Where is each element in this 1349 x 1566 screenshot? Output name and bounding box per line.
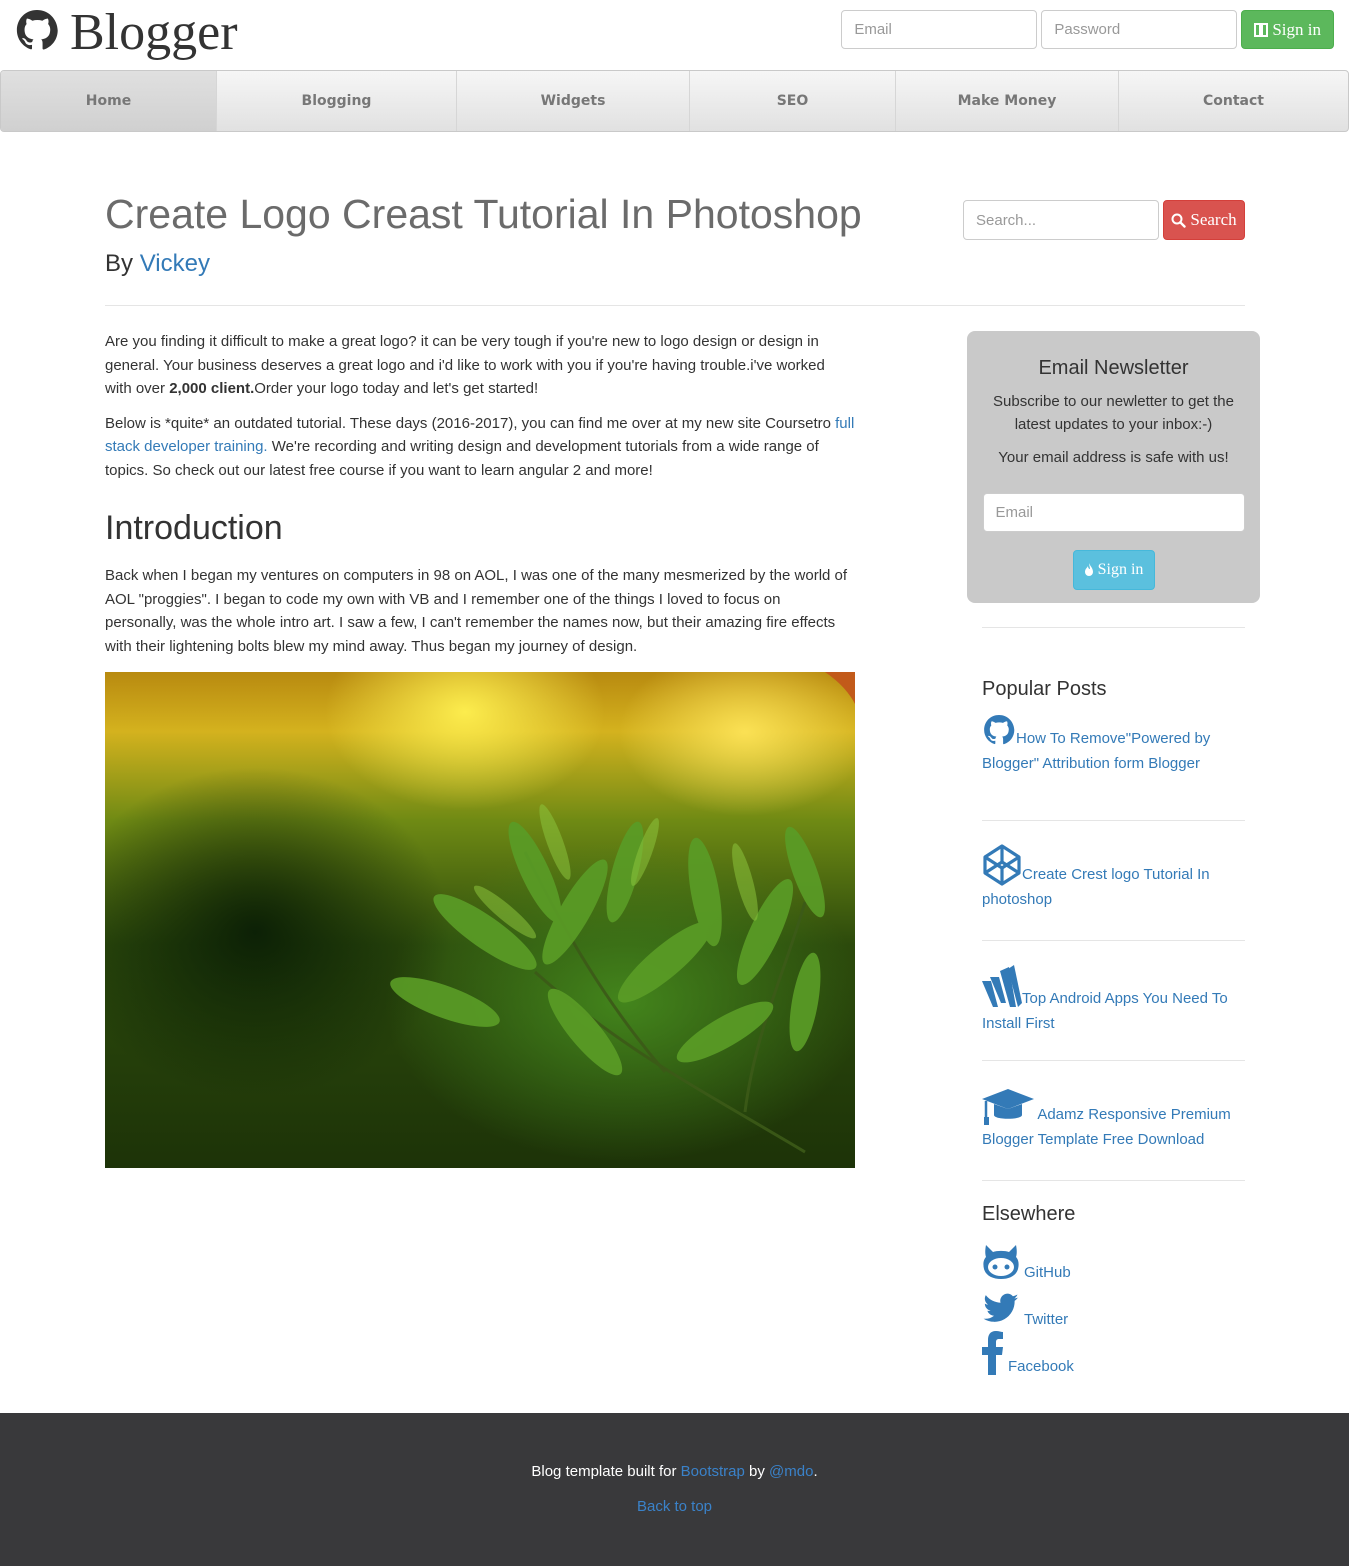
article-body: Are you finding it difficult to make a g… (105, 330, 855, 1168)
facebook-icon (982, 1331, 1003, 1375)
paragraph-intro: Are you finding it difficult to make a g… (105, 330, 855, 401)
article-image (105, 672, 855, 1168)
paragraph-introduction: Back when I began my ventures on compute… (105, 567, 848, 655)
popular-post: How To Remove"Powered by Blogger" Attrib… (982, 701, 1245, 820)
popular-post-link[interactable]: Adamz Responsive Premium Blogger Templat… (982, 1089, 1231, 1148)
email-field[interactable] (841, 10, 1038, 49)
popular-post-link[interactable]: Top Android Apps You Need To Install Fir… (982, 965, 1228, 1032)
search-form: Search (963, 200, 1245, 240)
para1-bold: 2,000 client. (169, 380, 255, 397)
nav-contact[interactable]: Contact (1119, 71, 1348, 131)
github-logo-icon (16, 10, 58, 50)
newsletter-signin-button[interactable]: Sign in (1072, 550, 1155, 590)
fire-icon (1084, 563, 1093, 576)
graduation-cap-icon (982, 1089, 1034, 1125)
signin-label: Sign in (1272, 19, 1321, 39)
footer-by: by (744, 1463, 770, 1480)
popular-posts-heading: Popular Posts (982, 678, 1107, 700)
footer-credit: Blog template built for Bootstrap by @md… (0, 1463, 1349, 1480)
popular-post-title: How To Remove"Powered by Blogger" Attrib… (982, 730, 1211, 772)
nav-make-money[interactable]: Make Money (896, 71, 1119, 131)
brand-name: Blogger (70, 4, 238, 61)
by-label: By (105, 250, 134, 277)
popular-post: Top Android Apps You Need To Install Fir… (982, 941, 1245, 1060)
top-bar: Blogger Sign in (0, 0, 1349, 70)
nav-seo[interactable]: SEO (690, 71, 896, 131)
popular-post-link[interactable]: How To Remove"Powered by Blogger" Attrib… (982, 715, 1211, 772)
elsewhere-twitter[interactable]: Twitter (982, 1281, 1245, 1328)
newsletter-email-field[interactable] (982, 493, 1245, 532)
footer-text: Blog template built for (531, 1463, 681, 1480)
elsewhere-facebook[interactable]: Facebook (982, 1328, 1245, 1375)
github-link[interactable]: GitHub (1024, 1264, 1071, 1281)
newsletter-text: Subscribe to our newletter to get the la… (993, 393, 1234, 433)
sidebar: Popular Posts How To Remove"Powered by B… (982, 627, 1245, 1375)
bootstrap-link[interactable]: Bootstrap (681, 1463, 745, 1480)
github-alt-icon (983, 1245, 1019, 1279)
popular-post-link[interactable]: Create Crest logo Tutorial In photoshop (982, 844, 1210, 908)
newsletter-title: Email Newsletter (1038, 357, 1189, 379)
wordpress-w-icon (982, 965, 1022, 1007)
password-field[interactable] (1041, 10, 1238, 49)
nav-blogging[interactable]: Blogging (217, 71, 457, 131)
popular-post: Adamz Responsive Premium Blogger Templat… (982, 1061, 1245, 1180)
twitter-link[interactable]: Twitter (1024, 1311, 1068, 1328)
main-nav: Home Blogging Widgets SEO Make Money Con… (0, 70, 1349, 132)
para2-text-a: Below is *quite* an outdated tutorial. T… (105, 414, 836, 432)
signin-button[interactable]: Sign in (1241, 10, 1334, 49)
author-link[interactable]: Vickey (140, 250, 210, 277)
back-to-top-link[interactable]: Back to top (637, 1498, 712, 1515)
search-icon (1171, 213, 1187, 228)
sign-in-icon (1254, 22, 1269, 37)
divider (105, 305, 1245, 306)
footer-period: . (813, 1463, 818, 1480)
leaves-illustration (390, 672, 855, 1154)
nav-home[interactable]: Home (1, 71, 217, 131)
newsletter-box: Email Newsletter Subscribe to our newlet… (967, 331, 1260, 603)
facebook-link[interactable]: Facebook (1008, 1358, 1074, 1375)
elsewhere-github[interactable]: GitHub (982, 1234, 1245, 1281)
para1-text-b: Order your logo today and let's get star… (254, 380, 539, 397)
search-input[interactable] (963, 200, 1159, 240)
newsletter-safe-text: Your email address is safe with us! (998, 449, 1229, 466)
elsewhere-heading: Elsewhere (982, 1203, 1076, 1225)
twitter-icon (983, 1293, 1019, 1322)
brand[interactable]: Blogger (14, 4, 238, 62)
nav-widgets[interactable]: Widgets (457, 71, 690, 131)
introduction-heading: Introduction (105, 509, 283, 547)
login-form: Sign in (841, 10, 1334, 49)
github-icon (984, 715, 1015, 745)
popular-post: Create Crest logo Tutorial In photoshop (982, 821, 1245, 940)
paragraph-outdated: Below is *quite* an outdated tutorial. T… (105, 412, 855, 483)
codepen-icon (983, 844, 1021, 886)
mdo-link[interactable]: @mdo (769, 1463, 813, 1480)
search-button[interactable]: Search (1163, 200, 1245, 240)
byline: By Vickey (105, 250, 210, 278)
footer-back: Back to top (0, 1498, 1349, 1515)
post-title: Create Logo Creast Tutorial In Photoshop (105, 191, 862, 237)
search-button-label: Search (1190, 210, 1237, 229)
newsletter-signin-label: Sign in (1097, 561, 1144, 578)
footer: Blog template built for Bootstrap by @md… (0, 1413, 1349, 1566)
